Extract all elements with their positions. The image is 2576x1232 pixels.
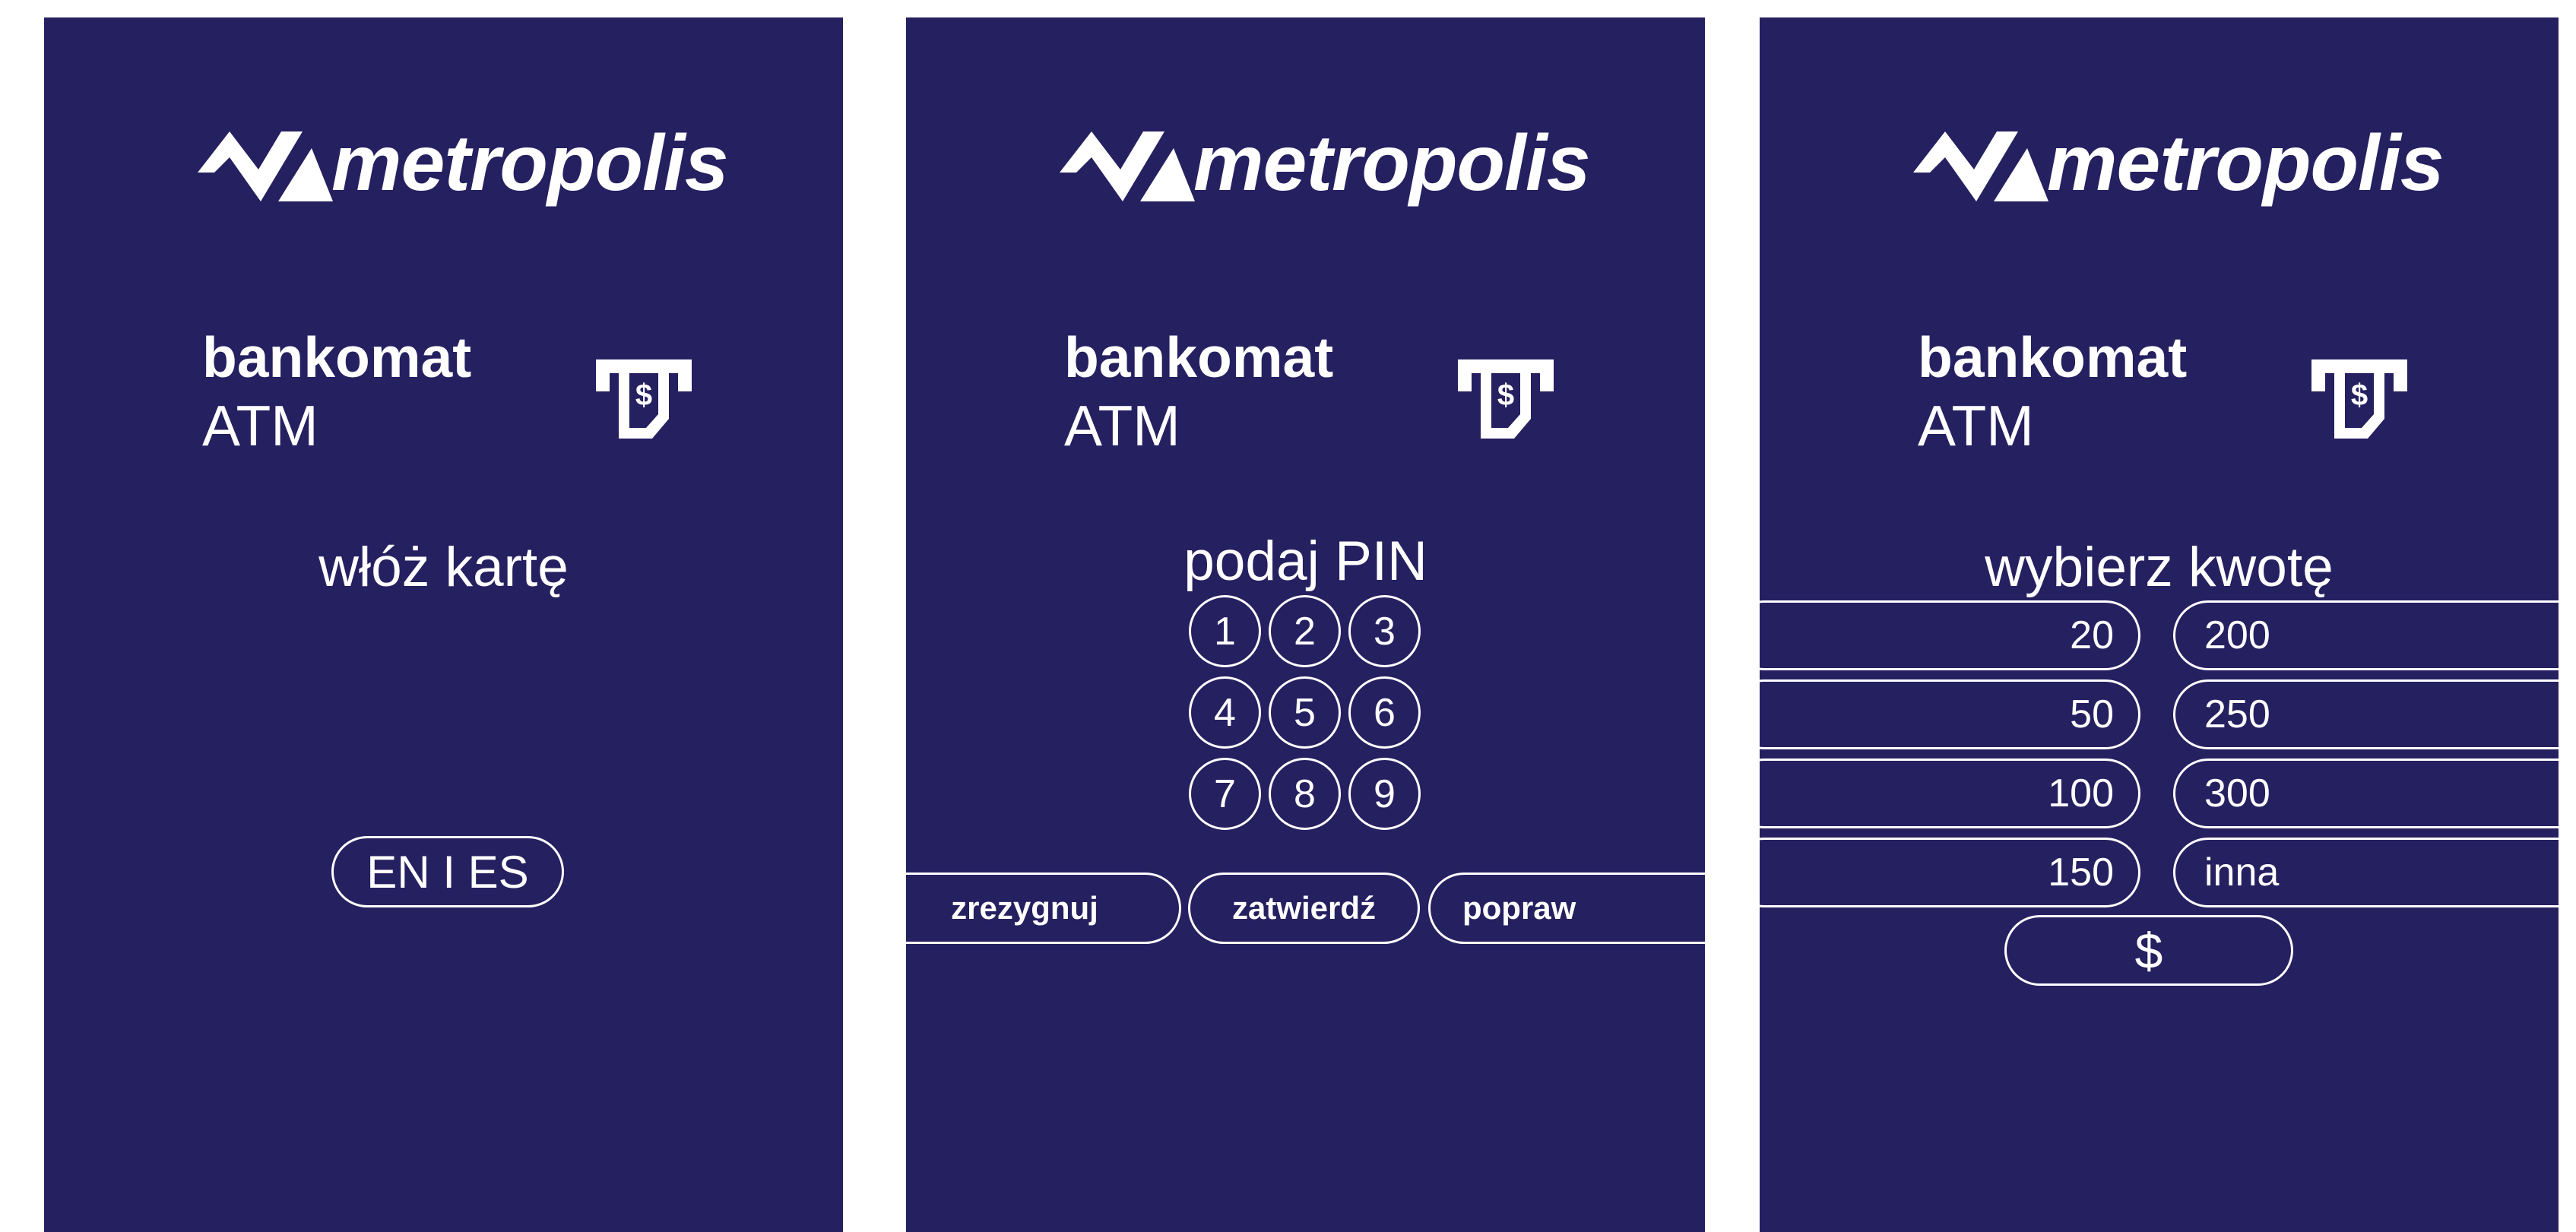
brand-name: metropolis (1193, 119, 1591, 207)
screen-title-english: ATM (1064, 394, 1180, 458)
keypad-key-5[interactable]: 5 (1269, 676, 1341, 749)
confirm-button[interactable]: zatwierdź (1188, 873, 1420, 944)
amount-option-50[interactable]: 50 (1760, 679, 2140, 749)
atm-screen-enter-pin: metropolis bankomat ATM $ podaj PIN 1 2 … (906, 17, 1705, 1232)
correct-button[interactable]: popraw (1428, 873, 1705, 944)
svg-text:$: $ (1497, 378, 1514, 412)
amount-option-other[interactable]: inna (2173, 838, 2559, 907)
svg-text:$: $ (635, 378, 652, 412)
brand-name: metropolis (331, 119, 729, 207)
keypad-key-7[interactable]: 7 (1189, 758, 1261, 830)
brand-name: metropolis (2047, 119, 2445, 207)
atm-screen-select-amount: metropolis bankomat ATM $ wybierz kwotę … (1760, 17, 2559, 1232)
keypad-key-1[interactable]: 1 (1189, 595, 1261, 667)
cancel-button[interactable]: zrezygnuj (906, 873, 1181, 944)
prompt-select-amount: wybierz kwotę (1985, 537, 2334, 598)
brand-logo: metropolis (1913, 110, 2445, 217)
prompt-enter-pin: podaj PIN (1183, 530, 1427, 592)
keypad-key-4[interactable]: 4 (1189, 676, 1261, 749)
brand-logo: metropolis (1060, 110, 1592, 217)
language-switch-button[interactable]: EN I ES (331, 836, 564, 907)
atm-cash-dollar-icon: $ (596, 359, 692, 439)
screen-title-english: ATM (202, 394, 318, 458)
brand-logo: metropolis (198, 110, 730, 217)
keypad-key-8[interactable]: 8 (1269, 758, 1341, 830)
amount-option-100[interactable]: 100 (1760, 759, 2140, 828)
atm-cash-dollar-icon: $ (1458, 359, 1554, 439)
keypad-key-2[interactable]: 2 (1269, 595, 1341, 667)
metropolis-logo-mark-icon (1913, 131, 2048, 201)
amount-option-20[interactable]: 20 (1760, 600, 2140, 670)
amount-option-300[interactable]: 300 (2173, 759, 2559, 828)
atm-screen-insert-card: metropolis bankomat ATM $ włóż kartę EN … (44, 17, 843, 1232)
amount-option-250[interactable]: 250 (2173, 679, 2559, 749)
metropolis-logo-mark-icon (1060, 131, 1195, 201)
prompt-insert-card: włóż kartę (318, 537, 569, 598)
amount-option-200[interactable]: 200 (2173, 600, 2559, 670)
withdraw-cash-button[interactable]: $ (2004, 915, 2293, 986)
atm-cash-dollar-icon: $ (2311, 359, 2407, 439)
screen-title-english: ATM (1918, 394, 2034, 458)
keypad-key-9[interactable]: 9 (1348, 758, 1421, 830)
amount-option-150[interactable]: 150 (1760, 838, 2140, 907)
metropolis-logo-mark-icon (198, 131, 333, 201)
svg-text:$: $ (2351, 378, 2368, 412)
keypad-key-3[interactable]: 3 (1348, 595, 1421, 667)
keypad-key-6[interactable]: 6 (1348, 676, 1421, 749)
